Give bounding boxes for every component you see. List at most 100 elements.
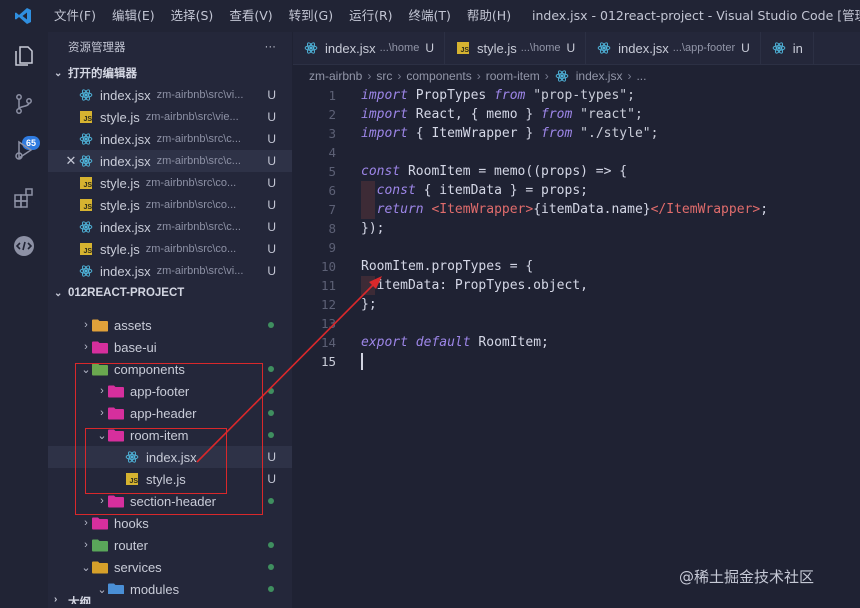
- js-file-icon: JS: [78, 109, 94, 125]
- modified-dot-icon: [268, 410, 274, 416]
- run-debug-icon[interactable]: [12, 138, 36, 162]
- code-line: 1 import PropTypes from "prop-types";: [293, 86, 860, 105]
- breadcrumb-item[interactable]: zm-airbnb: [309, 69, 362, 83]
- open-editor-item[interactable]: index.jsx zm-airbnb\src\vi... U: [48, 260, 292, 282]
- tree-item[interactable]: › hooks: [48, 512, 292, 534]
- outline-title: 大纲: [68, 597, 91, 604]
- code-token: "react";: [572, 107, 643, 122]
- menu-item-2[interactable]: 选择(S): [163, 0, 222, 32]
- editor-area: index.jsx ...\home U JS style.js ...\home Uind…: [293, 32, 860, 608]
- source-control-icon[interactable]: [12, 92, 36, 116]
- editor-tab[interactable]: JS style.js ...\home U: [445, 32, 587, 64]
- editor-tab[interactable]: index.jsx ...\home U: [293, 32, 445, 64]
- menu-item-1[interactable]: 编辑(E): [104, 0, 163, 32]
- project-section[interactable]: ⌄ 012REACT-PROJECT: [48, 282, 292, 304]
- react-file-icon: [596, 40, 612, 56]
- chevron-right-icon: ›: [84, 539, 88, 551]
- open-editor-path: zm-airbnb\src\c...: [156, 155, 241, 167]
- close-icon[interactable]: ✕: [64, 153, 78, 169]
- menu-item-6[interactable]: 终端(T): [401, 0, 459, 32]
- tree-item[interactable]: › base-ui: [48, 336, 292, 358]
- chevron-right-icon: ›: [84, 341, 88, 353]
- open-editor-item[interactable]: JS style.js zm-airbnb\src\co... U: [48, 194, 292, 216]
- modified-dot-icon: [268, 322, 274, 328]
- modified-dot-icon: [268, 432, 274, 438]
- react-file-icon: [78, 131, 94, 147]
- tree-item[interactable]: › assets: [48, 314, 292, 336]
- remote-icon[interactable]: [12, 234, 36, 258]
- tree-item[interactable]: ⌄ services: [48, 556, 292, 578]
- git-status-badge: U: [267, 264, 276, 278]
- react-file-icon: [78, 219, 94, 235]
- outline-section[interactable]: › 大纲: [48, 594, 292, 604]
- chevron-right-icon: ›: [84, 517, 88, 529]
- git-status-badge: U: [267, 472, 276, 486]
- open-editor-item[interactable]: JS style.js zm-airbnb\src\vie... U: [48, 106, 292, 128]
- menu-item-5[interactable]: 运行(R): [341, 0, 400, 32]
- tab-path: ...\app-footer: [672, 42, 736, 54]
- line-number: 8: [328, 221, 336, 236]
- open-editor-item[interactable]: ✕ index.jsx zm-airbnb\src\c... U: [48, 150, 292, 172]
- menu-item-4[interactable]: 转到(G): [281, 0, 341, 32]
- tab-path: ...\home: [520, 42, 561, 54]
- editor-tab[interactable]: index.jsx ...\app-footer U: [586, 32, 761, 64]
- line-number: 11: [320, 278, 336, 293]
- git-status-badge: U: [267, 198, 276, 212]
- tab-name: index.jsx: [618, 40, 669, 56]
- line-content: import PropTypes from "prop-types";: [361, 86, 635, 105]
- line-content: RoomItem.propTypes = {: [361, 257, 533, 276]
- code-editor[interactable]: 1 import PropTypes from "prop-types"; 2 imp…: [293, 86, 860, 371]
- git-status-badge: U: [267, 88, 276, 102]
- react-file-icon: [78, 263, 94, 279]
- breadcrumb-item[interactable]: components: [406, 69, 471, 83]
- code-token: {itemData.name}: [533, 202, 651, 217]
- code-line: 11 itemData: PropTypes.object,: [293, 276, 860, 295]
- tab-name: index.jsx: [325, 40, 376, 56]
- more-actions-button[interactable]: ···: [265, 41, 277, 53]
- open-editor-path: zm-airbnb\src\c...: [156, 133, 241, 145]
- open-editor-item[interactable]: index.jsx zm-airbnb\src\vi... U: [48, 84, 292, 106]
- menu-item-0[interactable]: 文件(F): [46, 0, 104, 32]
- breadcrumb-item[interactable]: index.jsx: [576, 69, 623, 83]
- open-editor-path: zm-airbnb\src\co...: [145, 177, 237, 189]
- git-status-badge: U: [267, 132, 276, 146]
- code-line: 7 return <ItemWrapper>{itemData.name}</I…: [293, 200, 860, 219]
- code-token: </ItemWrapper>: [650, 202, 761, 217]
- editor-tab[interactable]: in: [760, 32, 814, 64]
- tree-item[interactable]: ⌄ modules: [48, 578, 292, 594]
- modified-dot-icon: [268, 542, 274, 548]
- tab-path: ...\home: [379, 42, 420, 54]
- tree-item[interactable]: › router: [48, 534, 292, 556]
- open-editors-list: index.jsx zm-airbnb\src\vi... U JS style.js z…: [48, 84, 292, 282]
- menu-item-3[interactable]: 查看(V): [221, 0, 280, 32]
- extensions-icon[interactable]: [12, 186, 36, 210]
- open-editor-item[interactable]: index.jsx zm-airbnb\src\c... U: [48, 128, 292, 150]
- git-status-badge: U: [267, 242, 276, 256]
- menu-item-7[interactable]: 帮助(H): [459, 0, 519, 32]
- tree-item-name: hooks: [114, 515, 149, 531]
- open-editor-item[interactable]: index.jsx zm-airbnb\src\c... U: [48, 216, 292, 238]
- open-editors-section[interactable]: ⌄ 打开的编辑器: [48, 62, 292, 84]
- chevron-right-icon: ›: [54, 594, 58, 604]
- menu-bar: 文件(F) 编辑(E) 选择(S) 查看(V) 转到(G) 运行(R) 终端(T) 帮助(H): [46, 0, 519, 32]
- code-token: React, { memo }: [407, 107, 542, 122]
- editor-tabs: index.jsx ...\home U JS style.js ...\home Uind…: [293, 32, 860, 65]
- git-status-badge: U: [566, 41, 576, 55]
- react-file-icon: [303, 40, 319, 56]
- open-editor-item[interactable]: JS style.js zm-airbnb\src\co... U: [48, 172, 292, 194]
- code-token: import: [361, 88, 408, 103]
- modified-dot-icon: [268, 564, 274, 570]
- breadcrumb-item[interactable]: src: [376, 69, 392, 83]
- breadcrumb-item[interactable]: ...: [636, 69, 646, 83]
- open-editor-name: index.jsx: [100, 87, 151, 103]
- breadcrumb-item[interactable]: room-item: [486, 69, 540, 83]
- code-token: <ItemWrapper>: [431, 202, 534, 217]
- open-editor-item[interactable]: JS style.js zm-airbnb\src\co... U: [48, 238, 292, 260]
- code-line: 13: [293, 314, 860, 333]
- js-file-icon: JS: [455, 40, 471, 56]
- git-status-badge: U: [267, 450, 276, 464]
- line-number: 1: [328, 88, 336, 103]
- code-line: 8});: [293, 219, 860, 238]
- folder-modules-icon: [108, 581, 124, 594]
- explorer-icon[interactable]: [12, 44, 36, 68]
